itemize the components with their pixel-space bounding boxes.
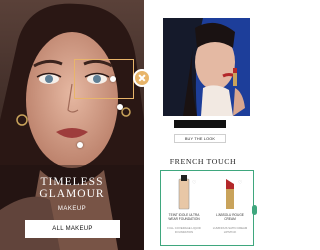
carousel-scroll-indicator[interactable] xyxy=(252,205,257,215)
collection-headline: TIMELESS GLAMOUR xyxy=(0,176,144,200)
left-phone-screen: TIMELESS GLAMOUR MAKEUP ALL MAKEUP xyxy=(0,0,144,250)
lipstick-model-image xyxy=(163,18,250,116)
product-description: LUMINOUS SATIN CREAM LIPSTICK xyxy=(212,226,248,234)
product-card[interactable]: ♡ L'ABSOLU ROUGE CREAM LUMINOUS SATIN CR… xyxy=(210,175,250,243)
eye-hotspot[interactable] xyxy=(110,76,116,82)
right-phone-screen: BUY THE LOOK FRENCH TOUCH ♡ TEINT IDOLE … xyxy=(150,0,257,250)
section-title: FRENCH TOUCH xyxy=(169,157,237,166)
headline-line-1: TIMELESS xyxy=(40,176,104,188)
buy-the-look-button[interactable]: BUY THE LOOK xyxy=(174,134,226,143)
lipstick-icon xyxy=(226,179,234,209)
product-description: FULL COVERAGE LIQUID FOUNDATION xyxy=(167,226,201,234)
product-banner xyxy=(174,120,226,128)
lipstick-model-photo xyxy=(163,18,250,116)
all-makeup-button[interactable]: ALL MAKEUP xyxy=(25,220,120,238)
cheek-hotspot[interactable] xyxy=(117,104,123,110)
category-label: MAKEUP xyxy=(57,206,87,212)
heart-icon[interactable]: ♡ xyxy=(192,180,196,186)
model-portrait xyxy=(0,0,144,250)
foundation-bottle-icon xyxy=(178,175,190,210)
product-name: TEINT IDOLE ULTRA WEAR FOUNDATION xyxy=(168,213,200,221)
product-carousel[interactable]: ♡ TEINT IDOLE ULTRA WEAR FOUNDATION FULL… xyxy=(160,170,254,246)
product-name: L'ABSOLU ROUGE CREAM xyxy=(216,213,244,221)
eye-focus-frame xyxy=(74,59,134,99)
close-icon[interactable] xyxy=(133,69,151,87)
heart-icon[interactable]: ♡ xyxy=(238,180,242,186)
headline-line-2: GLAMOUR xyxy=(39,188,105,200)
lips-hotspot[interactable] xyxy=(77,142,83,148)
product-card[interactable]: ♡ TEINT IDOLE ULTRA WEAR FOUNDATION FULL… xyxy=(164,175,204,243)
